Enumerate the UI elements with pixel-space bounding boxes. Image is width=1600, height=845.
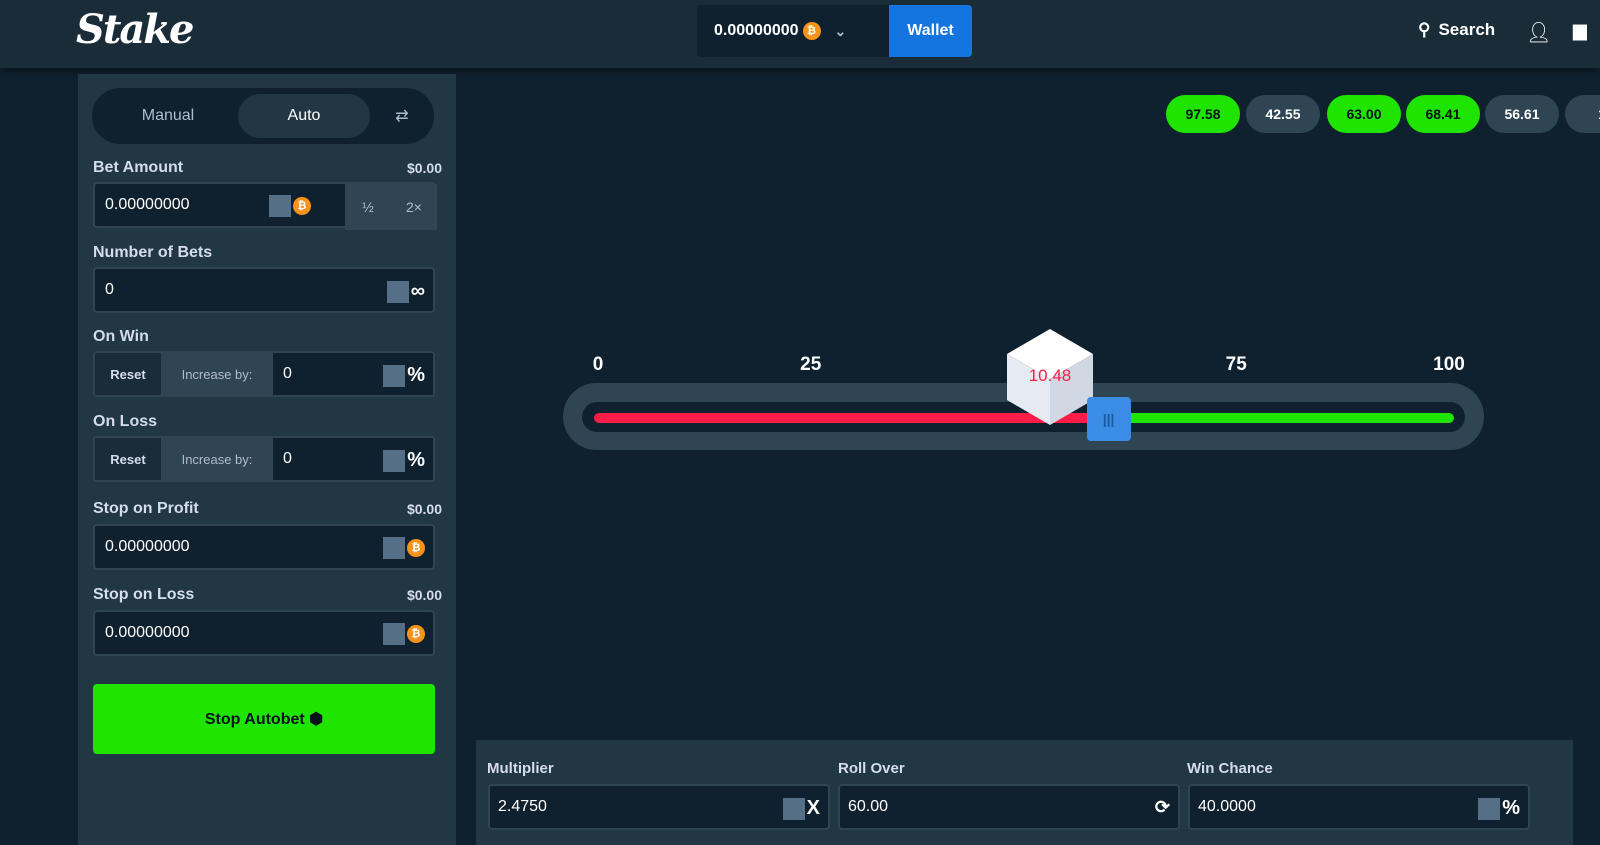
win-chance-input[interactable]: 40.0000% [1188, 784, 1530, 830]
number-of-bets-value: 0 [105, 281, 114, 298]
tick-label: 0 [592, 354, 604, 375]
result-chip[interactable]: 1 [1565, 95, 1600, 133]
roll-over-value: 60.00 [848, 798, 889, 815]
tab-manual[interactable]: Manual [98, 94, 238, 138]
swap-icon[interactable]: ⇄ [382, 94, 422, 138]
stop-on-profit-input[interactable]: 0.00000000 ₿ [93, 524, 435, 570]
chat-icon[interactable]: ▆ [1573, 20, 1587, 41]
placeholder-box [383, 364, 406, 387]
placeholder-box [383, 449, 406, 472]
bet-modifiers: ½ 2× [345, 184, 437, 230]
stop-on-profit-label: Stop on Profit [93, 500, 199, 517]
search-label: Search [1438, 20, 1496, 39]
refresh-icon[interactable]: ⟳ [1155, 797, 1170, 818]
percent-icon: % [407, 364, 425, 386]
on-loss-control: Reset Increase by: 0% [93, 436, 435, 482]
balance-value: 0.00000000 [714, 22, 799, 39]
bet-amount-label: Bet Amount [93, 159, 184, 176]
search-icon: ⚲ [1418, 20, 1431, 39]
on-win-increase-button[interactable]: Increase by: [161, 353, 273, 395]
on-win-control: Reset Increase by: 0% [93, 351, 435, 397]
result-chip[interactable]: 56.61 [1485, 95, 1559, 133]
multiply-icon: X [806, 797, 820, 819]
stop-on-loss-usd: $0.00 [406, 587, 442, 603]
dice-icon: ⬢ [309, 711, 324, 728]
result-chip[interactable]: 63.00 [1327, 95, 1401, 133]
stop-on-profit-usd: $0.00 [406, 501, 442, 517]
win-range [1108, 413, 1454, 423]
bet-sidebar: Manual Auto ⇄ Bet Amount $0.00 0.0000000… [78, 74, 456, 845]
multiplier-label: Multiplier [487, 760, 554, 777]
result-chip[interactable]: 97.58 [1166, 95, 1240, 133]
placeholder-box [782, 797, 805, 820]
stake-logo[interactable]: Stake [76, 6, 194, 53]
multiplier-value: 2.4750 [498, 798, 547, 815]
on-win-label: On Win [93, 328, 149, 345]
on-loss-input[interactable]: 0% [273, 438, 433, 480]
on-win-value: 0 [283, 365, 292, 382]
on-loss-label: On Loss [93, 413, 158, 430]
placeholder-box [269, 195, 291, 217]
bitcoin-icon: ₿ [802, 22, 821, 40]
multiplier-input[interactable]: 2.4750 X [488, 784, 830, 830]
stop-on-loss-value: 0.00000000 [105, 624, 190, 641]
result-chip[interactable]: 68.41 [1406, 95, 1480, 133]
chevron-down-icon: ⌄ [834, 22, 847, 39]
bitcoin-icon: ₿ [407, 539, 425, 557]
win-chance-value: 40.0000 [1198, 798, 1256, 815]
on-win-reset-button[interactable]: Reset [95, 353, 161, 395]
stop-autobet-label: Stop Autobet [204, 711, 305, 728]
stop-on-profit-value: 0.00000000 [105, 538, 190, 555]
placeholder-box [383, 623, 405, 645]
placeholder-box [386, 280, 409, 303]
bet-amount-input[interactable]: 0.00000000 ₿ ½ 2× [93, 182, 437, 230]
bet-settings-panel: Multiplier 2.4750 X Roll Over 60.00 ⟳ Win … [476, 740, 1573, 845]
roll-over-input[interactable]: 60.00 ⟳ [838, 784, 1180, 830]
on-win-input[interactable]: 0% [273, 353, 433, 395]
result-chip[interactable]: 42.55 [1246, 95, 1320, 133]
bet-amount-value: 0.00000000 [105, 196, 190, 213]
tick-label: 25 [800, 354, 822, 375]
slider-handle[interactable]: ||| [1086, 397, 1131, 441]
double-button[interactable]: 2× [391, 199, 437, 215]
on-loss-reset-button[interactable]: Reset [95, 438, 161, 480]
tick-label: 75 [1225, 354, 1247, 375]
wallet-button[interactable]: Wallet [889, 5, 972, 57]
half-button[interactable]: ½ [345, 199, 391, 215]
roll-over-label: Roll Over [838, 760, 905, 777]
tab-auto[interactable]: Auto [238, 94, 370, 138]
search-button[interactable]: ⚲ Search [1418, 20, 1495, 40]
on-loss-increase-button[interactable]: Increase by: [161, 438, 273, 480]
mode-tabs: Manual Auto ⇄ [92, 88, 434, 144]
stop-on-loss-input[interactable]: 0.00000000 ₿ [93, 610, 435, 656]
placeholder-box [1478, 797, 1501, 820]
user-icon[interactable]: 👤︎ [1526, 20, 1551, 45]
tick-label: 100 [1433, 354, 1465, 375]
top-bar: Stake 0.00000000 ₿ ⌄ Wallet ⚲ Search 👤︎ ▆ [0, 0, 1600, 68]
number-of-bets-input[interactable]: 0 ∞ [93, 267, 435, 313]
dice-result-value: 10.48 [1028, 366, 1072, 385]
on-loss-value: 0 [283, 450, 292, 467]
percent-icon: % [407, 449, 425, 471]
win-chance-label: Win Chance [1187, 760, 1273, 777]
number-of-bets-label: Number of Bets [93, 244, 213, 261]
placeholder-box [383, 537, 405, 559]
percent-icon: % [1502, 797, 1520, 819]
bitcoin-icon: ₿ [407, 625, 425, 643]
bitcoin-icon: ₿ [293, 197, 311, 215]
stop-autobet-button[interactable]: Stop Autobet ⬢ [93, 684, 435, 754]
infinity-icon: ∞ [410, 280, 425, 302]
bet-amount-usd: $0.00 [406, 160, 442, 176]
balance-selector[interactable]: 0.00000000 ₿ ⌄ [697, 5, 889, 57]
stop-on-loss-label: Stop on Loss [93, 586, 195, 603]
